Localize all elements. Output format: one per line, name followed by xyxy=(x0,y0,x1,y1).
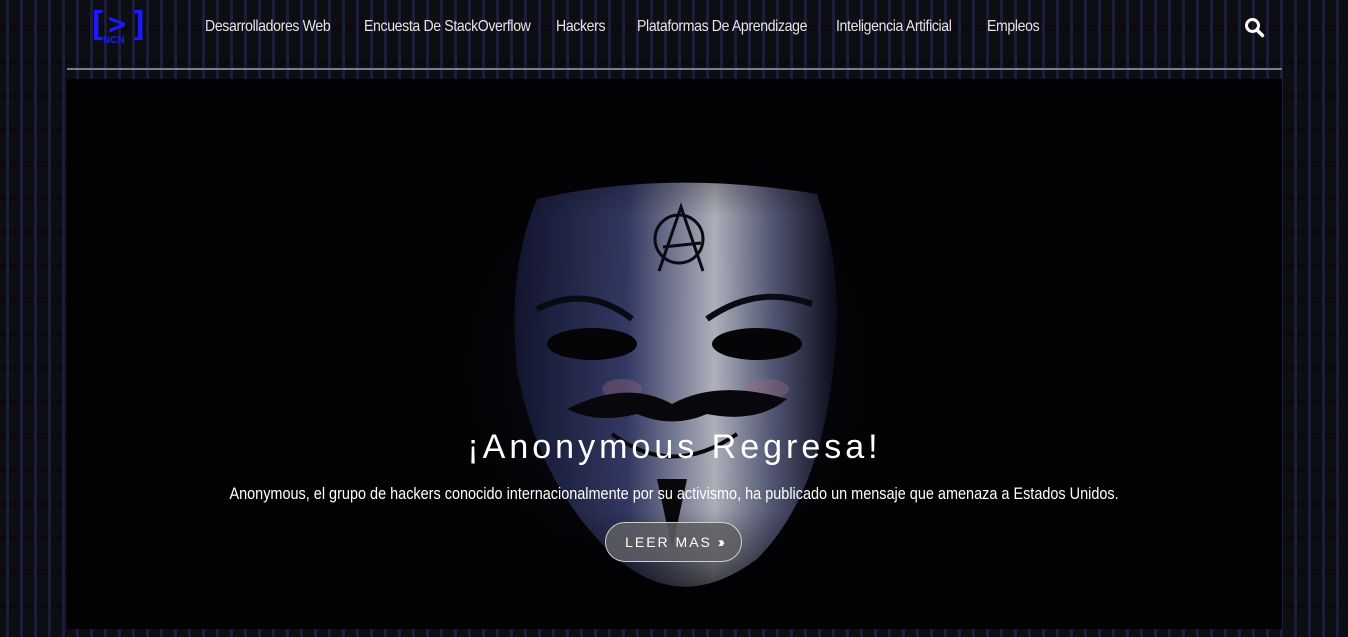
logo-subtext: NCN xyxy=(103,35,125,46)
hero-banner: ¡Anonymous Regresa! Anonymous, el grupo … xyxy=(67,79,1282,629)
nav-link-inteligencia-artificial[interactable]: Inteligencia Artificial xyxy=(836,17,969,37)
site-logo[interactable]: [ > ] NCN xyxy=(87,8,149,48)
logo-bracket-right: ] xyxy=(129,5,150,45)
main-nav: Desarrolladores Web Encuesta De StackOve… xyxy=(205,17,1047,37)
nav-link-hackers[interactable]: Hackers xyxy=(556,17,627,37)
hero-description-text: Anonymous, el grupo de hackers conocido … xyxy=(229,484,1120,503)
hero-description: Anonymous, el grupo de hackers conocido … xyxy=(67,483,1282,505)
nav-link-desarrolladores-web[interactable]: Desarrolladores Web xyxy=(205,17,345,37)
nav-link-empleos[interactable]: Empleos xyxy=(987,17,1040,37)
nav-link-encuesta-stackoverflow[interactable]: Encuesta De StackOverflow xyxy=(364,17,533,37)
read-more-button[interactable]: LEER MAS ›› xyxy=(605,522,742,562)
double-chevron-right-icon: ›› xyxy=(717,533,725,551)
nav-link-plataformas-aprendizage[interactable]: Plataformas De Aprendizage xyxy=(637,17,812,37)
search-icon[interactable] xyxy=(1244,17,1266,39)
read-more-label: LEER MAS xyxy=(625,534,712,550)
top-navbar: [ > ] NCN Desarrolladores Web Encuesta D… xyxy=(67,0,1282,70)
hero-title: ¡Anonymous Regresa! xyxy=(467,428,882,466)
